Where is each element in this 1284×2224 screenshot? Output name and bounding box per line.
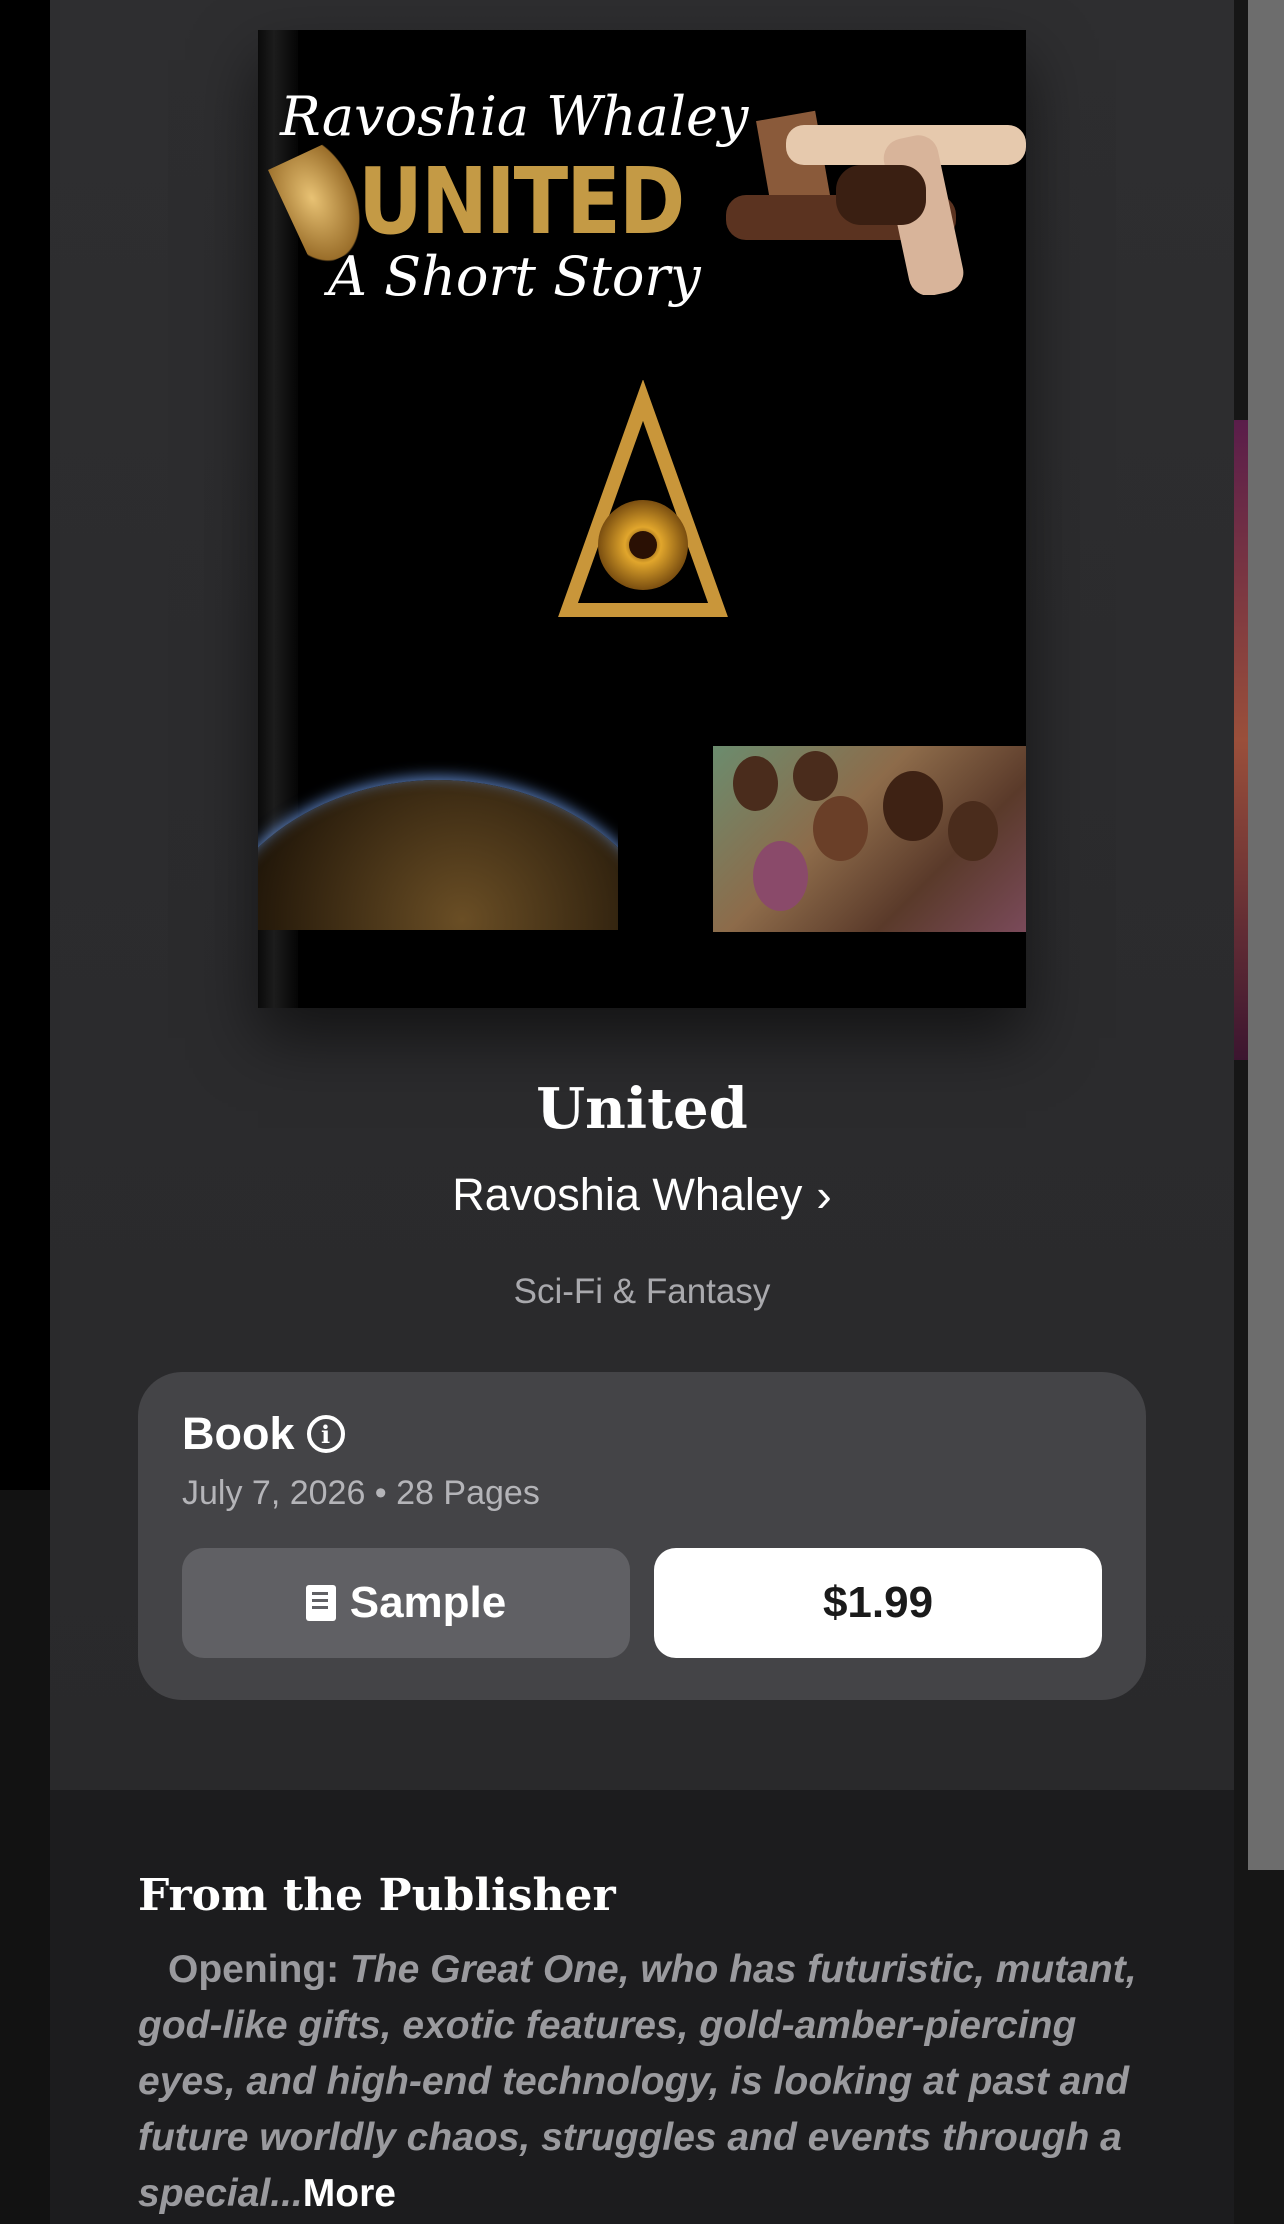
author-name: Ravoshia Whaley: [452, 1169, 803, 1220]
joined-hands-image: [726, 110, 1026, 295]
background-left: [0, 0, 50, 1490]
publisher-description: Opening: The Great One, who has futurist…: [138, 1942, 1148, 2222]
more-link[interactable]: More: [303, 2172, 396, 2215]
scroll-edge: [1248, 0, 1284, 1870]
format-row: Book i: [182, 1408, 345, 1460]
adjacent-book-cover[interactable]: [1234, 420, 1248, 1060]
book-detail-sheet: Ravoshia Whaley UNITED A Short Story Uni…: [50, 0, 1234, 2224]
eye-triangle-emblem: [558, 380, 728, 617]
format-label: Book: [182, 1408, 295, 1459]
genre-link[interactable]: Sci-Fi & Fantasy: [50, 1272, 1234, 1312]
children-photo: [713, 746, 1026, 932]
earth-image: [258, 750, 618, 930]
sample-button[interactable]: Sample: [182, 1548, 630, 1658]
description-lead: Opening:: [168, 1948, 340, 1991]
cover-author-text: Ravoshia Whaley: [280, 85, 749, 148]
book-cover[interactable]: Ravoshia Whaley UNITED A Short Story: [258, 30, 1026, 1008]
sample-label: Sample: [349, 1578, 507, 1627]
book-title: United: [536, 1076, 748, 1142]
book-header: Ravoshia Whaley UNITED A Short Story Uni…: [50, 0, 1234, 1790]
book-icon: [305, 1585, 336, 1621]
author-link[interactable]: Ravoshia Whaley ›: [452, 1168, 831, 1222]
buy-card: Book i July 7, 2026 • 28 Pages Sample $1…: [138, 1372, 1146, 1700]
publisher-heading: From the Publisher: [138, 1870, 616, 1921]
background-left-lower: [0, 1490, 50, 2224]
publisher-section: From the Publisher Opening: The Great On…: [50, 1790, 1234, 2224]
cover-subtitle-text: A Short Story: [328, 245, 701, 308]
buy-button[interactable]: $1.99: [654, 1548, 1102, 1658]
chevron-right-icon: ›: [816, 1169, 832, 1221]
info-icon[interactable]: i: [306, 1415, 345, 1453]
cover-title-text: UNITED: [358, 148, 685, 255]
price-label: $1.99: [822, 1578, 934, 1627]
book-meta: July 7, 2026 • 28 Pages: [182, 1474, 540, 1512]
author-row: Ravoshia Whaley ›: [50, 1168, 1234, 1222]
